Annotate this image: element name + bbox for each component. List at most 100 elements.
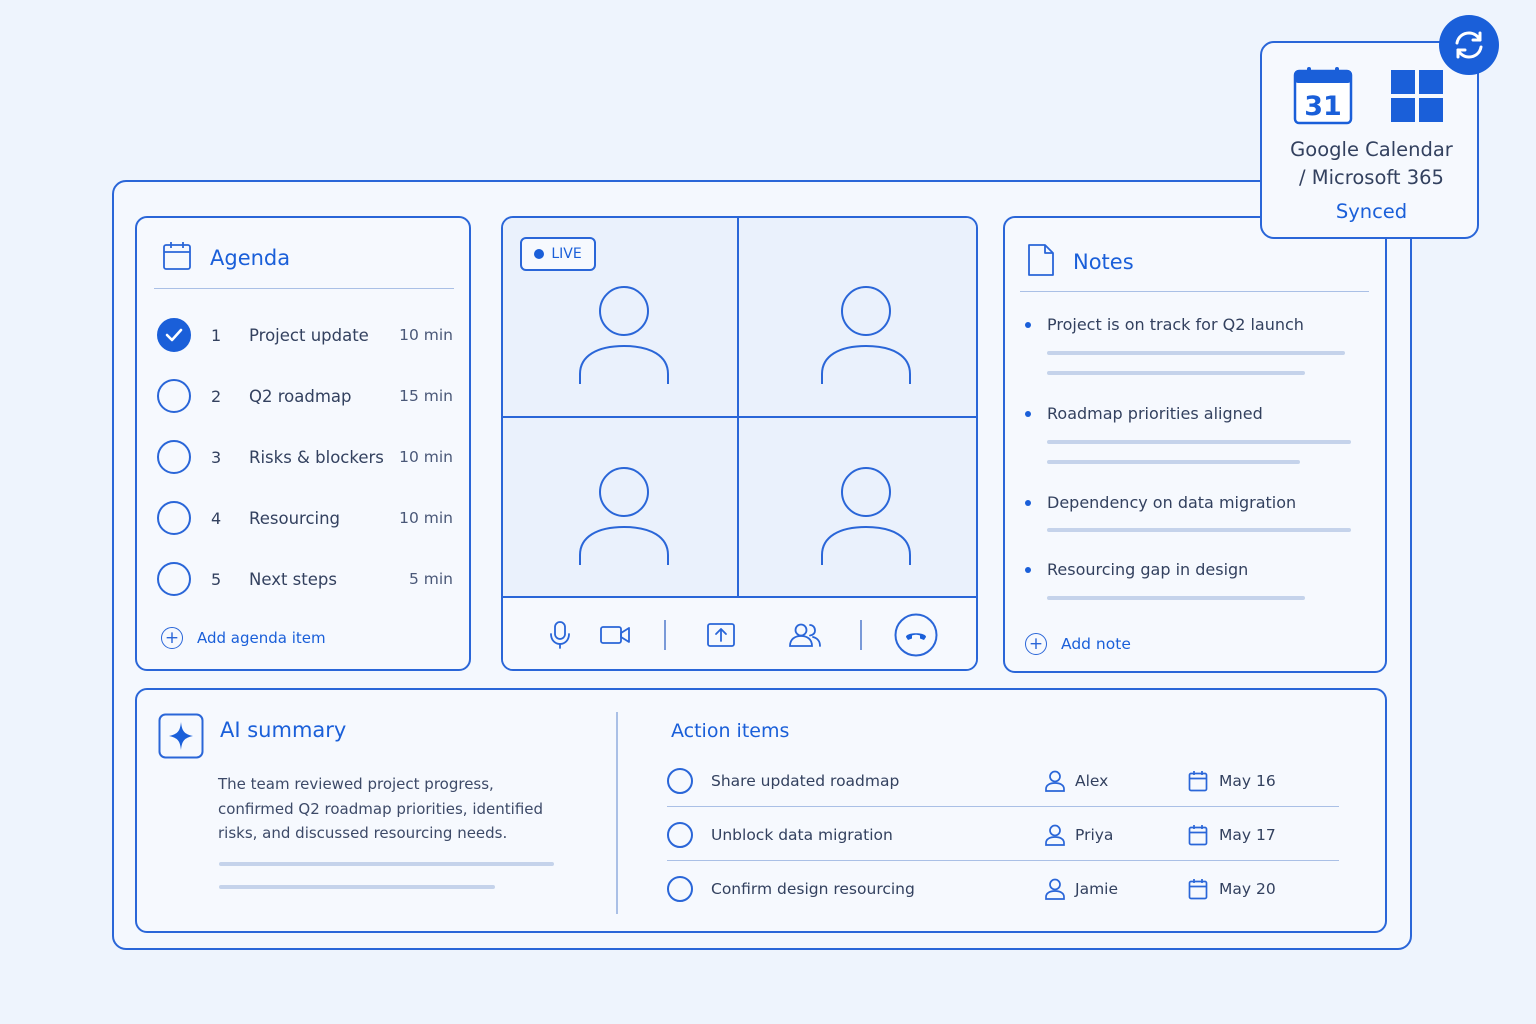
- agenda-item-label: Project update: [249, 325, 369, 345]
- action-item-checkbox[interactable]: [667, 822, 693, 848]
- agenda-item-duration: 10 min: [399, 448, 453, 466]
- agenda-item-label: Resourcing: [249, 508, 341, 528]
- agenda-checkbox-checked[interactable]: [157, 318, 191, 352]
- action-item-owner: Jamie: [1045, 878, 1188, 900]
- agenda-checkbox[interactable]: [157, 562, 191, 596]
- action-item-row[interactable]: Unblock data migration Priya May 17: [667, 809, 1339, 861]
- agenda-item[interactable]: 2 Q2 roadmap 15 min: [157, 376, 453, 416]
- text-placeholder-line: [1047, 596, 1305, 600]
- sync-provider-line2: / Microsoft 365: [1299, 166, 1444, 189]
- live-badge: LIVE: [520, 237, 596, 271]
- agenda-checkbox[interactable]: [157, 440, 191, 474]
- sparkle-icon: [158, 713, 204, 759]
- action-item-row[interactable]: Share updated roadmap Alex May 16: [667, 755, 1339, 807]
- action-item-due: May 20: [1188, 878, 1276, 900]
- sync-button[interactable]: [1439, 15, 1499, 75]
- agenda-item-number: 1: [211, 325, 222, 345]
- note-item[interactable]: Project is on track for Q2 launch: [1025, 315, 1304, 334]
- user-icon: [1045, 824, 1065, 846]
- owner-name: Priya: [1075, 826, 1114, 844]
- notes-title: Notes: [1073, 250, 1134, 274]
- user-icon: [1045, 770, 1065, 792]
- note-text: Resourcing gap in design: [1047, 560, 1249, 579]
- divider: [1020, 291, 1369, 292]
- agenda-item[interactable]: 4 Resourcing 10 min: [157, 498, 453, 538]
- agenda-item-duration: 15 min: [399, 387, 453, 405]
- add-note-label: Add note: [1061, 635, 1131, 653]
- end-call-button[interactable]: [894, 598, 938, 669]
- calendar-day: 31: [1304, 91, 1342, 122]
- calendar-icon: [162, 240, 192, 276]
- agenda-checkbox[interactable]: [157, 501, 191, 535]
- grid-divider: [503, 416, 976, 418]
- mic-button[interactable]: [543, 598, 577, 669]
- microsoft-icon: [1391, 70, 1443, 122]
- agenda-item-label: Risks & blockers: [249, 447, 384, 467]
- text-placeholder-line: [219, 862, 554, 866]
- ai-summary-title: AI summary: [220, 718, 347, 742]
- summary-panel: AI summary The team reviewed project pro…: [135, 688, 1387, 933]
- call-controls: [503, 596, 976, 669]
- refresh-icon: [1455, 31, 1483, 59]
- google-calendar-icon: 31: [1293, 67, 1353, 125]
- bullet: [1025, 499, 1031, 506]
- agenda-item-number: 4: [211, 508, 222, 528]
- text-placeholder-line: [1047, 528, 1351, 532]
- note-item[interactable]: Dependency on data migration: [1025, 493, 1296, 512]
- action-item-row[interactable]: Confirm design resourcing Jamie May 20: [667, 863, 1339, 915]
- agenda-item-label: Next steps: [249, 569, 337, 589]
- participants-button[interactable]: [785, 598, 825, 669]
- agenda-title: Agenda: [210, 246, 291, 270]
- due-date: May 17: [1219, 826, 1276, 844]
- agenda-item-label: Q2 roadmap: [249, 386, 352, 406]
- bullet: [1025, 566, 1031, 573]
- action-item-checkbox[interactable]: [667, 768, 693, 794]
- camera-button[interactable]: [597, 598, 633, 669]
- owner-name: Alex: [1075, 772, 1109, 790]
- action-item-label: Share updated roadmap: [711, 772, 900, 790]
- add-note-button[interactable]: + Add note: [1025, 633, 1131, 655]
- note-item[interactable]: Roadmap priorities aligned: [1025, 404, 1263, 423]
- agenda-item[interactable]: 3 Risks & blockers 10 min: [157, 437, 453, 477]
- owner-name: Jamie: [1075, 880, 1119, 898]
- control-separator: [860, 620, 862, 650]
- row-divider: [667, 806, 1339, 807]
- share-screen-button[interactable]: [703, 598, 739, 669]
- action-item-due: May 17: [1188, 824, 1276, 846]
- row-divider: [667, 860, 1339, 861]
- ai-summary-text: The team reviewed project progress, conf…: [218, 775, 544, 842]
- agenda-checkbox[interactable]: [157, 379, 191, 413]
- grid-divider: [737, 218, 739, 596]
- action-item-checkbox[interactable]: [667, 876, 693, 902]
- bullet: [1025, 321, 1031, 328]
- notes-panel: Notes Project is on track for Q2 launch …: [1003, 216, 1387, 673]
- mic-icon: [550, 620, 570, 649]
- note-item[interactable]: Resourcing gap in design: [1025, 560, 1248, 579]
- divider: [154, 288, 454, 289]
- action-item-owner: Priya: [1045, 824, 1188, 846]
- document-icon: [1027, 243, 1055, 281]
- camera-icon: [600, 625, 630, 644]
- note-text: Dependency on data migration: [1047, 493, 1297, 512]
- action-item-label: Confirm design resourcing: [711, 880, 915, 898]
- avatar-icon: [579, 286, 669, 384]
- agenda-item[interactable]: 1 Project update 10 min: [157, 315, 453, 355]
- agenda-item-duration: 10 min: [399, 326, 453, 344]
- add-agenda-item-button[interactable]: + Add agenda item: [161, 627, 326, 649]
- control-separator: [664, 620, 666, 650]
- agenda-item-number: 5: [211, 569, 222, 589]
- calendar-icon: [1188, 879, 1208, 900]
- agenda-item[interactable]: 5 Next steps 5 min: [157, 559, 453, 599]
- action-items-title: Action items: [671, 720, 790, 742]
- calendar-icon: [1188, 825, 1208, 846]
- avatar-icon: [821, 286, 911, 384]
- action-item-due: May 16: [1188, 770, 1276, 792]
- calendar-sync-card[interactable]: 31 Google Calendar / Microsoft 365 Synce…: [1260, 41, 1479, 239]
- section-divider: [616, 712, 618, 914]
- plus-icon: +: [161, 627, 183, 649]
- agenda-item-number: 2: [211, 386, 222, 406]
- participants-icon: [789, 623, 821, 647]
- sync-provider-line1: Google Calendar: [1290, 138, 1453, 161]
- due-date: May 20: [1219, 880, 1276, 898]
- bullet: [1025, 410, 1031, 417]
